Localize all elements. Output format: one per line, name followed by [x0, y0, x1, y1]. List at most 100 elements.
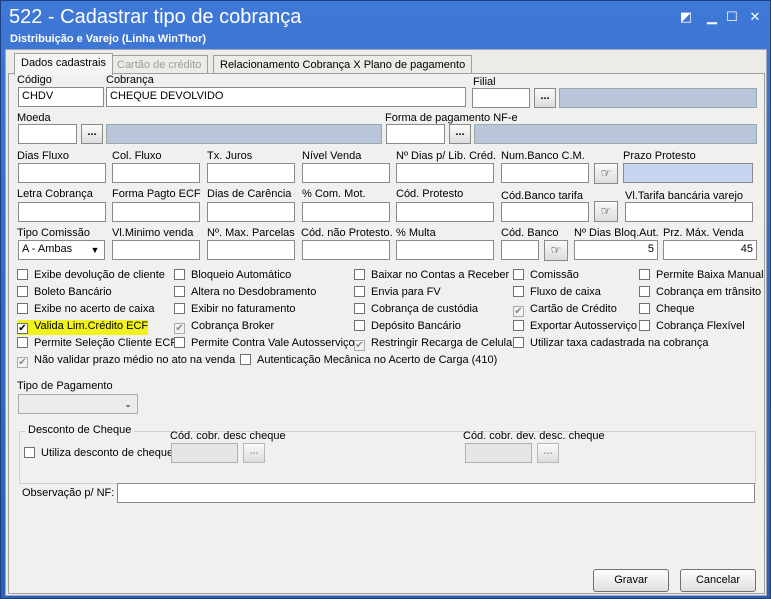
- option-checkbox[interactable]: Cobrança Flexível: [639, 320, 745, 335]
- moeda-field[interactable]: [18, 124, 77, 144]
- cancelar-button[interactable]: Cancelar: [680, 569, 756, 592]
- cod-dev-desc-search-button[interactable]: ...: [537, 443, 559, 463]
- checkbox-label: Exibe no acerto de caixa: [34, 303, 155, 315]
- num-banco-cm-lookup-icon[interactable]: ☞: [594, 163, 618, 184]
- dias-lib-field[interactable]: [396, 163, 494, 183]
- tab-relacionamento[interactable]: Relacionamento Cobrança X Plano de pagam…: [213, 55, 473, 74]
- prz-max-venda-field[interactable]: 45: [663, 240, 757, 260]
- option-checkbox[interactable]: Permite Contra Vale Autosserviço: [174, 337, 355, 352]
- checkbox-box: [354, 269, 365, 280]
- forma-nfe-search-button[interactable]: ...: [449, 124, 471, 144]
- close-icon[interactable]: ✕: [746, 9, 764, 25]
- option-checkbox[interactable]: Exibir no faturamento: [174, 303, 296, 318]
- vl-minimo-field[interactable]: [112, 240, 200, 260]
- option-checkbox[interactable]: Cobrança de custódia: [354, 303, 478, 318]
- option-checkbox[interactable]: Depósito Bancário: [354, 320, 461, 335]
- window-title: 522 - Cadastrar tipo de cobrança: [9, 6, 302, 28]
- com-mot-field[interactable]: [302, 202, 390, 222]
- utiliza-desconto-checkbox[interactable]: Utiliza desconto de cheque: [24, 447, 173, 462]
- restore-icon[interactable]: ◩: [677, 9, 695, 25]
- prazo-protesto-field[interactable]: [623, 163, 753, 183]
- cod-banco-lookup-icon[interactable]: ☞: [544, 240, 568, 261]
- cobranca-field[interactable]: CHEQUE DEVOLVIDO: [106, 87, 466, 107]
- checkbox-box: [17, 269, 28, 280]
- max-parcelas-field[interactable]: [207, 240, 295, 260]
- option-checkbox[interactable]: Bloqueio Automático: [174, 269, 291, 284]
- option-checkbox[interactable]: Permite Seleção Cliente ECF: [17, 337, 177, 352]
- option-checkbox[interactable]: Fluxo de caixa: [513, 286, 601, 301]
- checkbox-label: Utilizar taxa cadastrada na cobrança: [530, 337, 709, 349]
- tipo-pagamento-select[interactable]: ⌄: [18, 394, 138, 414]
- option-checkbox[interactable]: Utilizar taxa cadastrada na cobrança: [513, 337, 709, 352]
- codigo-field[interactable]: CHDV: [18, 87, 104, 107]
- tab-cartao-credito[interactable]: Cartão de crédito: [110, 55, 209, 74]
- cod-desc-field[interactable]: [171, 443, 238, 463]
- num-banco-cm-field[interactable]: [501, 163, 589, 183]
- checkbox-label: Permite Baixa Manual: [656, 269, 764, 281]
- option-checkbox[interactable]: Boleto Bancário: [17, 286, 112, 301]
- maximize-icon[interactable]: ☐: [723, 9, 741, 25]
- filial-field[interactable]: [472, 88, 530, 108]
- option-checkbox[interactable]: Permite Baixa Manual: [639, 269, 764, 284]
- minimize-icon[interactable]: ▁: [703, 9, 721, 25]
- option-checkbox[interactable]: Autenticação Mecânica no Acerto de Carga…: [240, 354, 497, 369]
- vl-tarifa-field[interactable]: [625, 202, 753, 222]
- cod-protesto-field[interactable]: [396, 202, 494, 222]
- title-bar[interactable]: 522 - Cadastrar tipo de cobrança Distrib…: [1, 1, 770, 49]
- multa-field[interactable]: [396, 240, 494, 260]
- moeda-label: Moeda: [17, 112, 51, 124]
- cod-banco-field[interactable]: [501, 240, 539, 260]
- gravar-button[interactable]: Gravar: [593, 569, 669, 592]
- filial-search-button[interactable]: ...: [534, 88, 556, 108]
- dias-carencia-field[interactable]: [207, 202, 295, 222]
- cod-banco-tarifa-lookup-icon[interactable]: ☞: [594, 201, 618, 222]
- dias-bloq-label: Nº Dias Bloq.Aut.: [574, 227, 659, 239]
- option-checkbox[interactable]: ✔ Não validar prazo médio no ato na venda: [17, 354, 235, 369]
- forma-nfe-field[interactable]: [386, 124, 445, 144]
- option-checkbox[interactable]: ✔ Cobrança Broker: [174, 320, 274, 335]
- option-checkbox[interactable]: Exportar Autosserviço: [513, 320, 637, 335]
- option-checkbox[interactable]: Envia para FV: [354, 286, 441, 301]
- option-checkbox[interactable]: Baixar no Contas a Receber: [354, 269, 509, 284]
- forma-pagto-ecf-field[interactable]: [112, 202, 200, 222]
- checkbox-label: Bloqueio Automático: [191, 269, 292, 281]
- dias-fluxo-field[interactable]: [18, 163, 106, 183]
- checkbox-box: [513, 286, 524, 297]
- option-checkbox[interactable]: ✔ Restringir Recarga de Celular: [354, 337, 516, 352]
- nivel-venda-field[interactable]: [302, 163, 390, 183]
- checkbox-box: [639, 269, 650, 280]
- dias-bloq-field[interactable]: 5: [574, 240, 658, 260]
- cod-protesto-label: Cód. Protesto: [396, 188, 464, 200]
- cod-nao-protesto-field[interactable]: [302, 240, 390, 260]
- option-checkbox[interactable]: Exibe no acerto de caixa: [17, 303, 154, 318]
- col-fluxo-field[interactable]: [112, 163, 200, 183]
- option-checkbox[interactable]: Cobrança em trânsito: [639, 286, 761, 301]
- cod-dev-desc-field[interactable]: [465, 443, 532, 463]
- moeda-search-button[interactable]: ...: [81, 124, 103, 144]
- checkbox-box: [354, 303, 365, 314]
- tipo-comissao-select[interactable]: A - Ambas ▼: [18, 240, 105, 260]
- checkbox-label: Utiliza desconto de cheque: [41, 447, 174, 459]
- letra-cobranca-field[interactable]: [18, 202, 106, 222]
- tipo-comissao-label: Tipo Comissão: [17, 227, 90, 239]
- chevron-down-icon: ⌄: [124, 399, 132, 409]
- option-checkbox[interactable]: Altera no Desdobramento: [174, 286, 316, 301]
- option-checkbox[interactable]: ✔ Cartão de Crédito: [513, 303, 617, 318]
- option-checkbox[interactable]: Cheque: [639, 303, 695, 318]
- col-fluxo-label: Col. Fluxo: [112, 150, 162, 162]
- tx-juros-field[interactable]: [207, 163, 295, 183]
- checkbox-label: Cobrança de custódia: [371, 303, 479, 315]
- option-checkbox[interactable]: ✔ Valida Lim.Crédito ECF: [17, 320, 149, 335]
- cod-banco-tarifa-field[interactable]: [501, 202, 589, 222]
- option-checkbox[interactable]: Comissão: [513, 269, 579, 284]
- observacao-field[interactable]: [117, 483, 755, 503]
- letra-cobranca-label: Letra Cobrança: [17, 188, 93, 200]
- cod-desc-search-button[interactable]: ...: [243, 443, 265, 463]
- option-checkbox[interactable]: Exibe devolução de cliente: [17, 269, 165, 284]
- com-mot-label: % Com. Mot.: [302, 188, 366, 200]
- window: 522 - Cadastrar tipo de cobrança Distrib…: [0, 0, 771, 599]
- nivel-venda-label: Nível Venda: [302, 150, 362, 162]
- checkbox-label: Exibir no faturamento: [191, 303, 296, 315]
- checkbox-label: Cobrança em trânsito: [656, 286, 762, 298]
- tab-dados-cadastrais[interactable]: Dados cadastrais: [14, 53, 113, 75]
